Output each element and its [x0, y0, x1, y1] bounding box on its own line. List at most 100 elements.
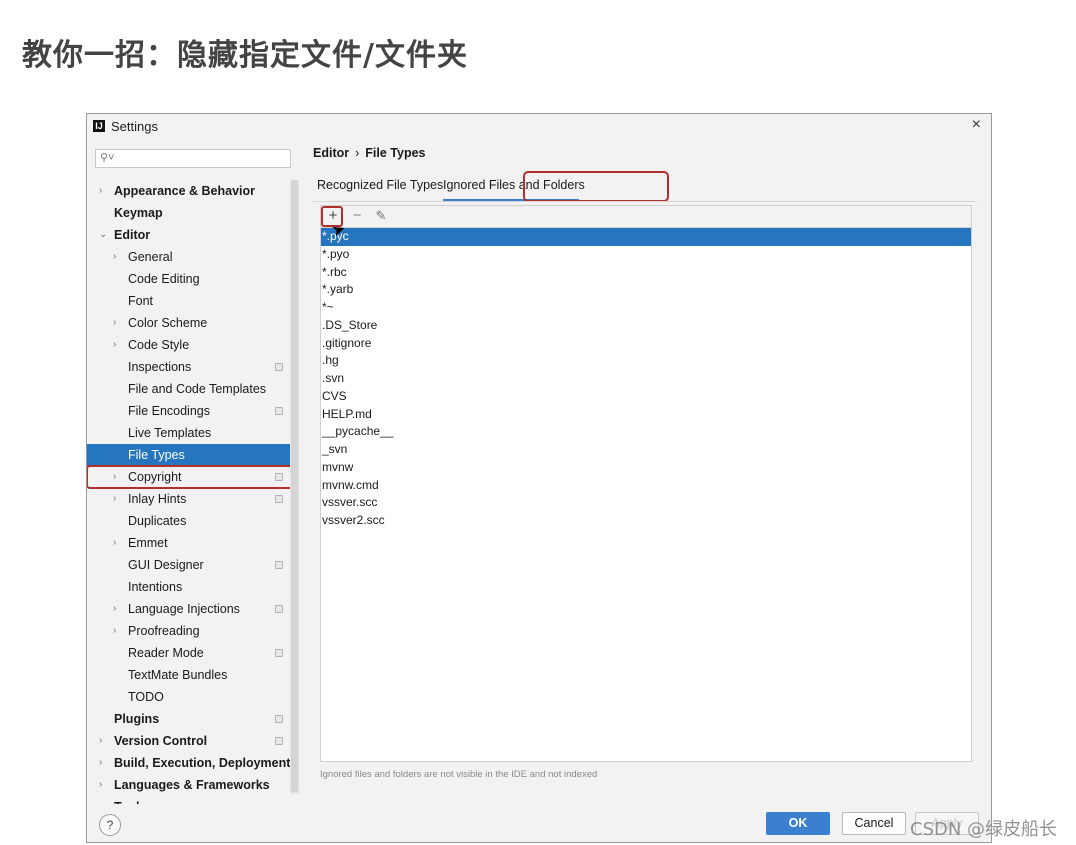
sidebar-item-inspections[interactable]: Inspections [87, 356, 299, 378]
chevron-right-icon[interactable]: › [99, 730, 109, 752]
sidebar-item-label: Language Injections [128, 602, 240, 616]
chevron-right-icon[interactable]: › [113, 620, 123, 642]
sidebar-scrollbar-thumb[interactable] [291, 180, 298, 792]
remove-button[interactable]: − [347, 206, 367, 226]
sidebar-scrollbar[interactable] [290, 180, 299, 794]
close-icon[interactable]: × [972, 116, 981, 134]
settings-sidebar: ⚲˅ › Appearance & Behavior Keymap ⌄ Editor › G… [87, 140, 299, 804]
sidebar-item-label: Tools [114, 796, 146, 804]
ignored-files-list[interactable]: *.pyc *.pyo *.rbc *.yarb *~ .DS_Store .gitigno… [320, 227, 972, 762]
tab-divider [313, 201, 977, 202]
chevron-right-icon[interactable]: › [113, 532, 123, 554]
sidebar-item-label: File Types [128, 448, 185, 462]
edit-pencil-icon[interactable]: ✎ [371, 206, 391, 226]
search-box[interactable]: ⚲˅ [95, 149, 291, 168]
sidebar-item-todo[interactable]: TODO [87, 686, 299, 708]
sidebar-item-editor[interactable]: ⌄ Editor [87, 224, 299, 246]
project-settings-icon [275, 407, 283, 415]
sidebar-item-proofreading[interactable]: › Proofreading [87, 620, 299, 642]
chevron-right-icon[interactable]: › [113, 598, 123, 620]
sidebar-item-appearance-behavior[interactable]: › Appearance & Behavior [87, 180, 299, 202]
list-item[interactable]: .gitignore [321, 335, 971, 353]
sidebar-item-tools[interactable]: › Tools [87, 796, 299, 804]
search-input[interactable] [118, 151, 290, 168]
list-item[interactable]: *.pyc [321, 228, 971, 246]
sidebar-item-code-editing[interactable]: Code Editing [87, 268, 299, 290]
list-item[interactable]: *.yarb [321, 281, 971, 299]
sidebar-item-textmate-bundles[interactable]: TextMate Bundles [87, 664, 299, 686]
sidebar-item-label: Intentions [128, 580, 183, 594]
sidebar-item-file-and-code-templates[interactable]: File and Code Templates [87, 378, 299, 400]
breadcrumb-parent[interactable]: Editor [313, 146, 349, 160]
sidebar-item-languages-frameworks[interactable]: › Languages & Frameworks [87, 774, 299, 796]
sidebar-item-label: General [128, 250, 173, 264]
project-settings-icon [275, 605, 283, 613]
sidebar-item-emmet[interactable]: › Emmet [87, 532, 299, 554]
sidebar-item-live-templates[interactable]: Live Templates [87, 422, 299, 444]
sidebar-item-duplicates[interactable]: Duplicates [87, 510, 299, 532]
sidebar-item-file-encodings[interactable]: File Encodings [87, 400, 299, 422]
sidebar-item-file-types[interactable]: File Types [87, 444, 299, 466]
chevron-right-icon[interactable]: › [99, 180, 109, 202]
list-item[interactable]: _svn [321, 441, 971, 459]
sidebar-item-gui-designer[interactable]: GUI Designer [87, 554, 299, 576]
breadcrumb: Editor › File Types [313, 146, 426, 160]
sidebar-item-label: File and Code Templates [128, 382, 267, 396]
intellij-app-icon: IJ [93, 120, 105, 132]
list-item[interactable]: mvnw [321, 459, 971, 477]
chevron-right-icon[interactable]: › [113, 246, 123, 268]
sidebar-item-label: Keymap [114, 206, 163, 220]
list-item[interactable]: .DS_Store [321, 317, 971, 335]
chevron-right-icon[interactable]: › [113, 312, 123, 334]
sidebar-item-label: GUI Designer [128, 558, 204, 572]
sidebar-item-label: Inlay Hints [128, 492, 187, 506]
sidebar-item-language-injections[interactable]: › Language Injections [87, 598, 299, 620]
settings-dialog: IJ Settings × ⚲˅ › Appearance & Behavior K… [86, 113, 992, 843]
chevron-right-icon[interactable]: › [99, 774, 109, 796]
project-settings-icon [275, 495, 283, 503]
sidebar-item-label: Proofreading [128, 624, 200, 638]
list-item[interactable]: vssver2.scc [321, 512, 971, 530]
list-item[interactable]: vssver.scc [321, 494, 971, 512]
sidebar-item-reader-mode[interactable]: Reader Mode [87, 642, 299, 664]
list-toolbar: + − ✎ [320, 205, 972, 227]
list-item[interactable]: *.pyo [321, 246, 971, 264]
sidebar-item-font[interactable]: Font [87, 290, 299, 312]
sidebar-item-label: Inspections [128, 360, 192, 374]
sidebar-item-label: Plugins [114, 712, 160, 726]
cancel-button[interactable]: Cancel [842, 812, 906, 835]
list-item[interactable]: mvnw.cmd [321, 477, 971, 495]
chevron-right-icon[interactable]: › [99, 752, 109, 774]
sidebar-item-plugins[interactable]: Plugins [87, 708, 299, 730]
chevron-right-icon[interactable]: › [99, 796, 109, 804]
sidebar-item-keymap[interactable]: Keymap [87, 202, 299, 224]
tab-recognized-file-types[interactable]: Recognized File Types [317, 178, 443, 192]
chevron-right-icon[interactable]: › [113, 488, 123, 510]
list-item[interactable]: CVS [321, 388, 971, 406]
sidebar-item-label: File Encodings [128, 404, 210, 418]
sidebar-item-build-execution-deployment[interactable]: › Build, Execution, Deployment [87, 752, 299, 774]
sidebar-item-code-style[interactable]: › Code Style [87, 334, 299, 356]
list-item[interactable]: *.rbc [321, 264, 971, 282]
help-button[interactable]: ? [99, 814, 121, 836]
chevron-down-icon[interactable]: ⌄ [99, 224, 109, 246]
sidebar-item-general[interactable]: › General [87, 246, 299, 268]
chevron-right-icon[interactable]: › [113, 334, 123, 356]
list-item[interactable]: HELP.md [321, 406, 971, 424]
list-item[interactable]: __pycache__ [321, 423, 971, 441]
page-banner-title: 教你一招：隐藏指定文件/文件夹 [22, 38, 468, 73]
sidebar-item-label: Duplicates [128, 514, 187, 528]
window-title: Settings [111, 119, 158, 134]
list-item[interactable]: .hg [321, 352, 971, 370]
sidebar-item-intentions[interactable]: Intentions [87, 576, 299, 598]
list-item[interactable]: *~ [321, 299, 971, 317]
sidebar-item-color-scheme[interactable]: › Color Scheme [87, 312, 299, 334]
watermark: CSDN @绿皮船长 [910, 819, 1058, 840]
project-settings-icon [275, 737, 283, 745]
list-item[interactable]: .svn [321, 370, 971, 388]
sidebar-item-label: Code Style [128, 338, 190, 352]
sidebar-item-inlay-hints[interactable]: › Inlay Hints [87, 488, 299, 510]
sidebar-item-label: Editor [114, 228, 151, 242]
sidebar-item-version-control[interactable]: › Version Control [87, 730, 299, 752]
ok-button[interactable]: OK [766, 812, 830, 835]
